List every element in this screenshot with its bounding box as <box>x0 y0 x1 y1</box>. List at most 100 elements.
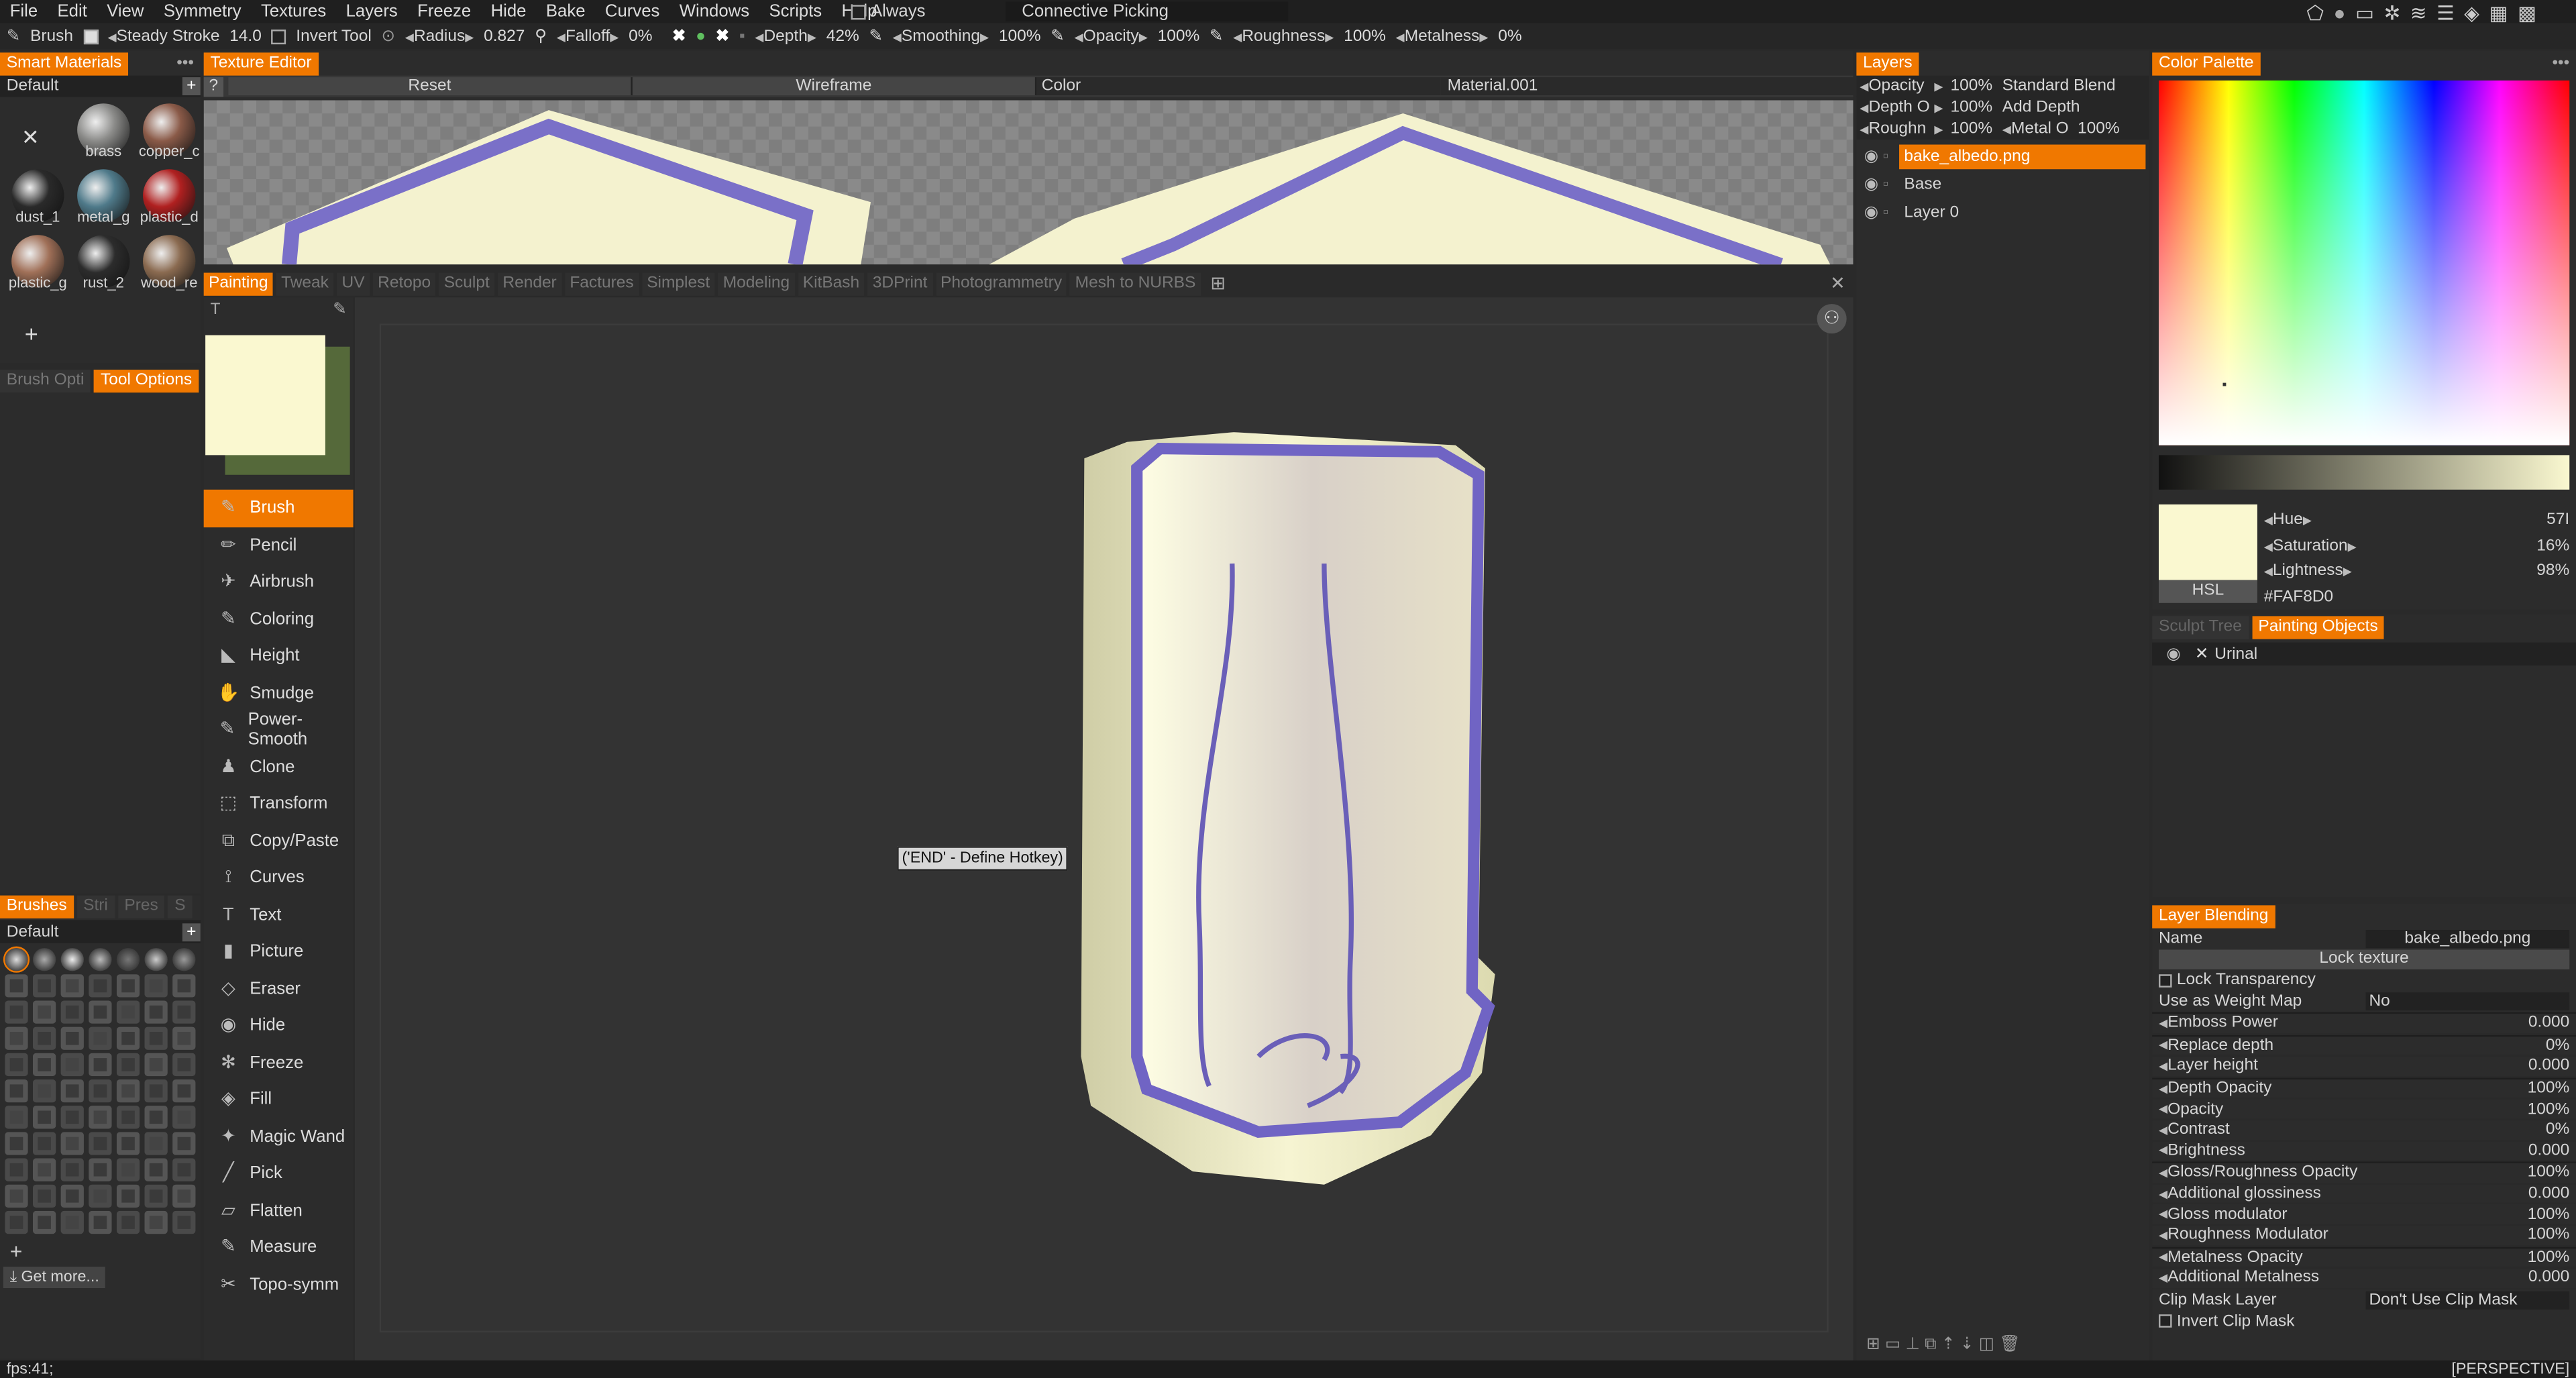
lock-icon[interactable]: ▪ <box>739 27 745 45</box>
blend-value[interactable]: 100% <box>2504 1164 2570 1182</box>
layer-metal-value[interactable]: 100% <box>2074 120 2120 138</box>
brush-preset[interactable] <box>171 1026 195 1050</box>
close-x-icon[interactable]: ✖ <box>672 27 686 45</box>
room-tab-0[interactable]: Painting <box>203 272 273 295</box>
menu-windows[interactable]: Windows <box>680 1 749 21</box>
layer-depth-value[interactable]: 100% <box>1943 99 1992 117</box>
urinal-model[interactable] <box>1078 432 1499 1188</box>
layer-row[interactable]: ◉ ▫ bake_albedo.png <box>1856 143 2149 171</box>
room-tab-5[interactable]: Render <box>498 272 562 295</box>
blend-value[interactable]: 100% <box>2504 1226 2570 1244</box>
more-icon[interactable]: ••• <box>176 54 194 72</box>
brush-preset[interactable] <box>88 1184 111 1208</box>
brush-preset[interactable] <box>4 1053 28 1077</box>
depth-value[interactable]: 42% <box>826 27 859 45</box>
smoothing-value[interactable]: 100% <box>999 27 1041 45</box>
brush-preset[interactable] <box>4 1000 28 1024</box>
viewport[interactable]: ⚇ ('END' - Define Hotkey) <box>354 297 1854 1361</box>
texture-editor-tab[interactable]: Texture Editor <box>203 52 319 75</box>
material-3[interactable]: metal_g <box>72 169 135 235</box>
brush-preset[interactable] <box>60 1000 83 1024</box>
tool-smudge[interactable]: ✋ Smudge <box>204 674 354 711</box>
brush-preset[interactable] <box>60 1053 83 1077</box>
brush-preset[interactable] <box>144 948 167 971</box>
brush-preset[interactable] <box>60 948 83 971</box>
menu-curves[interactable]: Curves <box>605 1 659 21</box>
stripes-icon[interactable]: ☰ <box>2436 1 2454 24</box>
decrease-icon[interactable]: ◀ <box>2159 1167 2167 1179</box>
invert-tool-checkbox[interactable] <box>271 28 286 44</box>
tool-copy-paste[interactable]: ⧉ Copy/Paste <box>204 823 354 859</box>
brush-preset[interactable] <box>4 1079 28 1103</box>
brush-preset[interactable] <box>171 1106 195 1129</box>
blend-slider[interactable]: ◀ Brightness 0.000 <box>2152 1141 2576 1162</box>
brush-preset[interactable] <box>115 1026 139 1050</box>
add-brush-plus-icon[interactable]: + <box>0 1239 201 1264</box>
brush-preset[interactable] <box>144 1079 167 1103</box>
brush-preset[interactable] <box>60 1026 83 1050</box>
add-room-icon[interactable]: ⊞ <box>1210 273 1226 294</box>
eye-icon[interactable]: ◉ <box>1860 204 1882 222</box>
brush-preset[interactable] <box>88 974 111 998</box>
green-dot-icon[interactable]: ● <box>696 27 706 45</box>
blend-value[interactable]: 0% <box>2504 1121 2569 1139</box>
brush-preset[interactable] <box>4 1184 28 1208</box>
delete-layer-icon[interactable]: 🗑 <box>1999 1336 2020 1354</box>
brush-preset[interactable] <box>88 1026 111 1050</box>
lock-transparency-checkbox[interactable] <box>2158 973 2172 987</box>
room-tab-10[interactable]: 3DPrint <box>867 272 932 295</box>
layer-blending-tab[interactable]: Layer Blending <box>2152 904 2275 928</box>
blend-mode-select[interactable]: Standard Blend <box>2002 77 2149 95</box>
blend-slider[interactable]: ◀ Gloss modulator 100% <box>2152 1205 2576 1226</box>
brush-preset[interactable] <box>171 1210 195 1234</box>
eye-icon[interactable]: ◉ <box>1860 148 1882 166</box>
brush-preset[interactable] <box>4 1026 28 1050</box>
more-icon[interactable]: ••• <box>2552 54 2569 72</box>
lock-icon[interactable]: ▫ <box>1883 204 1899 222</box>
tool-topo-symm[interactable]: ✂ Topo-symm <box>204 1266 354 1303</box>
brush-preset[interactable] <box>60 1106 83 1129</box>
falloff-value[interactable]: 0% <box>629 27 652 45</box>
brush-preset[interactable] <box>171 1053 195 1077</box>
blend-slider[interactable]: ◀ Additional glossiness 0.000 <box>2152 1184 2576 1205</box>
brush-preset[interactable] <box>115 974 139 998</box>
room-tab-2[interactable]: UV <box>337 272 370 295</box>
brush-preset[interactable] <box>60 1184 83 1208</box>
camera-icon[interactable]: ⚇ <box>1817 304 1847 334</box>
brush-preset[interactable] <box>171 1132 195 1155</box>
object-row[interactable]: ◉ ✕ Urinal <box>2152 642 2576 666</box>
menu-hide[interactable]: Hide <box>491 1 527 21</box>
lock-icon[interactable]: ▫ <box>1883 176 1899 194</box>
brush-preset[interactable] <box>60 974 83 998</box>
menu-file[interactable]: File <box>10 1 38 21</box>
material-2[interactable]: dust_1 <box>7 169 69 235</box>
brush-preset[interactable] <box>144 1158 167 1181</box>
current-color-swatch[interactable] <box>2158 504 2257 580</box>
checker2-icon[interactable]: ▩ <box>2518 1 2536 24</box>
room-tab-3[interactable]: Retopo <box>372 272 436 295</box>
menu-freeze[interactable]: Freeze <box>417 1 471 21</box>
decrease-icon[interactable]: ◀ <box>2159 1039 2167 1052</box>
remove-object-icon[interactable]: ✕ <box>2195 645 2214 663</box>
tool-hide[interactable]: ◉ Hide <box>204 1007 354 1044</box>
brush-preset[interactable] <box>32 1158 56 1181</box>
reset-button[interactable]: Reset <box>228 77 633 96</box>
primary-color-swatch[interactable] <box>205 335 325 456</box>
lightness-value[interactable]: 98% <box>2536 562 2569 580</box>
s-tab[interactable]: S <box>168 895 193 918</box>
light-icon[interactable]: ✲ <box>2384 1 2401 24</box>
blend-value[interactable]: 0.000 <box>2504 1185 2569 1203</box>
tool-picture[interactable]: ▮ Picture <box>204 933 354 970</box>
brush-preset[interactable] <box>60 1132 83 1155</box>
add-icon[interactable]: + <box>25 321 38 347</box>
tool-magic-wand[interactable]: ✦ Magic Wand <box>204 1118 354 1155</box>
hex-value[interactable]: #FAF8D0 <box>2264 584 2570 609</box>
brush-preset[interactable] <box>4 1210 28 1234</box>
brush-preset[interactable] <box>115 1158 139 1181</box>
metalness-value[interactable]: 0% <box>1498 27 1521 45</box>
brush-preset[interactable] <box>171 1158 195 1181</box>
cross-icon[interactable]: ✖ <box>716 27 730 45</box>
room-tab-9[interactable]: KitBash <box>798 272 865 295</box>
brush-preset[interactable] <box>32 1210 56 1234</box>
roughness-value[interactable]: 100% <box>1344 27 1386 45</box>
